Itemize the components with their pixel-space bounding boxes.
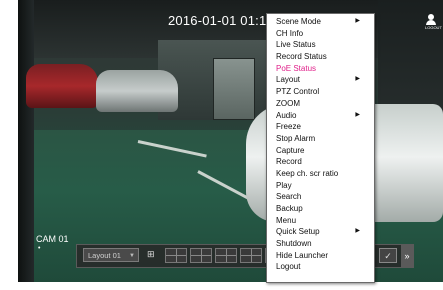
menu-item-label: Shutdown (276, 239, 312, 249)
split-screen-button[interactable] (165, 248, 187, 263)
menu-item-poe-status[interactable]: PoE Status (267, 63, 374, 75)
scene-car-silver (96, 70, 178, 112)
camera-name-label: CAM 01 (36, 234, 69, 244)
menu-item-label: Quick Setup (276, 227, 320, 237)
menu-item-backup[interactable]: Backup (267, 203, 374, 215)
menu-item-label: Freeze (276, 122, 301, 132)
menu-item-search[interactable]: Search (267, 191, 374, 203)
split-screen-button[interactable] (240, 248, 262, 263)
menu-item-keep-ch-scr-ratio[interactable]: Keep ch. scr ratio (267, 168, 374, 180)
menu-item-ch-info[interactable]: CH Info (267, 28, 374, 40)
submenu-arrow-icon: ▶ (355, 228, 360, 235)
menu-item-live-status[interactable]: Live Status (267, 39, 374, 51)
split-screen-button[interactable] (190, 248, 212, 263)
menu-item-hide-launcher[interactable]: Hide Launcher (267, 250, 374, 262)
scene-pillar (18, 0, 34, 282)
layout-dropdown-value: Layout 01 (88, 251, 121, 260)
menu-item-label: ZOOM (276, 98, 300, 108)
menu-item-label: Record Status (276, 52, 327, 62)
scene-door (213, 58, 255, 120)
user-icon[interactable]: LOGOUT (425, 14, 442, 30)
menu-item-ptz-control[interactable]: PTZ Control (267, 86, 374, 98)
menu-item-label: PoE Status (276, 63, 317, 73)
checkmark-icon[interactable]: ✓ (379, 248, 397, 263)
menu-item-freeze[interactable]: Freeze (267, 121, 374, 133)
camera-sub-label: • (38, 245, 41, 252)
menu-item-menu[interactable]: Menu (267, 215, 374, 227)
camera-video-feed[interactable]: 2016-01-01 01:10 LOGOUT CAM 01 • Layout … (18, 0, 443, 282)
layout-grid-icon[interactable]: ⊞ (147, 249, 155, 260)
menu-item-scene-mode[interactable]: Scene Mode ▶ (267, 16, 374, 28)
menu-item-capture[interactable]: Capture (267, 145, 374, 157)
menu-item-label: Scene Mode (276, 17, 321, 26)
split-screen-button[interactable] (215, 248, 237, 263)
submenu-arrow-icon: ▶ (355, 111, 360, 118)
menu-item-label: Record (276, 157, 302, 167)
menu-item-play[interactable]: Play (267, 180, 374, 192)
menu-item-label: Hide Launcher (276, 250, 329, 260)
expand-launcher-button[interactable]: » (401, 245, 413, 267)
menu-item-label: Search (276, 192, 302, 202)
osd-timestamp: 2016-01-01 01:10 (168, 13, 274, 28)
menu-item-shutdown[interactable]: Shutdown (267, 238, 374, 250)
menu-item-label: Keep ch. scr ratio (276, 168, 339, 178)
menu-item-quick-setup[interactable]: Quick Setup ▶ (267, 226, 374, 238)
user-caption: LOGOUT (425, 25, 442, 30)
context-menu: Scene Mode ▶ CH Info Live Status Record Stat… (266, 13, 375, 283)
menu-item-zoom[interactable]: ZOOM (267, 98, 374, 110)
menu-item-label: Play (276, 180, 292, 190)
menu-item-label: Backup (276, 204, 303, 213)
submenu-arrow-icon: ▶ (355, 76, 360, 83)
scene-car-red (26, 64, 98, 108)
menu-item-layout[interactable]: Layout ▶ (267, 74, 374, 86)
chevron-down-icon: ▼ (129, 253, 135, 259)
menu-item-label: Capture (276, 145, 305, 155)
menu-item-audio[interactable]: Audio ▶ (267, 110, 374, 122)
menu-item-label: Layout (276, 75, 301, 85)
menu-item-record-status[interactable]: Record Status (267, 51, 374, 63)
menu-item-label: Live Status (276, 40, 316, 50)
menu-item-label: CH Info (276, 28, 304, 38)
layout-dropdown[interactable]: Layout 01 ▼ (83, 248, 139, 262)
submenu-arrow-icon: ▶ (355, 18, 360, 24)
menu-item-logout[interactable]: Logout (267, 261, 374, 273)
menu-item-stop-alarm[interactable]: Stop Alarm (267, 133, 374, 145)
menu-item-label: Stop Alarm (276, 133, 316, 143)
menu-item-label: PTZ Control (276, 87, 320, 97)
menu-item-label: Audio (276, 110, 297, 120)
menu-item-record[interactable]: Record (267, 156, 374, 168)
menu-item-label: Menu (276, 215, 297, 225)
menu-item-label: Logout (276, 262, 301, 272)
